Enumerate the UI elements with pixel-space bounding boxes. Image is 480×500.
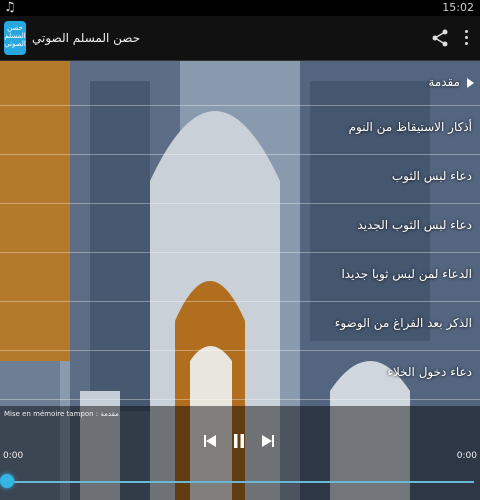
app-title: حصن المسلم الصوتي [32, 31, 141, 45]
list-item-label: الدعاء لمن لبس ثوبا جديدا [341, 267, 472, 281]
list-item-label: دعاء لبس الثوب [391, 169, 472, 183]
list-section-header[interactable]: مقدمة [0, 61, 480, 106]
action-bar: حصن المسلم الصوتي حصن المسلم الصوتي [0, 16, 480, 61]
seek-bar[interactable] [8, 481, 474, 483]
list-item[interactable]: الذكر بعد الفراغ من الوضوء [0, 302, 480, 351]
chapter-list: مقدمة أذكار الاستيقاظ من النوم دعاء لبس … [0, 61, 480, 400]
list-item[interactable]: دعاء لبس الثوب الجديد [0, 204, 480, 253]
elapsed-time: 0:00 [3, 451, 24, 461]
list-item-label: أذكار الاستيقاظ من النوم [348, 120, 472, 134]
playback-controls [0, 432, 480, 452]
list-item[interactable]: دعاء لبس الثوب [0, 155, 480, 204]
section-header-label: مقدمة [428, 75, 460, 89]
overflow-menu-icon[interactable] [462, 28, 470, 48]
music-note-icon: ♫ [4, 0, 16, 15]
pause-icon[interactable] [233, 434, 245, 448]
seek-thumb[interactable] [0, 474, 14, 488]
content-area: مقدمة أذكار الاستيقاظ من النوم دعاء لبس … [0, 61, 480, 500]
media-player: Mise en mémoire tampon : مقدمة 0:00 0:00 [0, 406, 480, 500]
list-item-label: دعاء لبس الثوب الجديد [357, 218, 472, 232]
total-time: 0:00 [456, 451, 477, 461]
expand-arrow-icon [467, 78, 474, 88]
list-item[interactable]: دعاء دخول الخلاء [0, 351, 480, 400]
list-item[interactable]: أذكار الاستيقاظ من النوم [0, 106, 480, 155]
status-time: 15:02 [442, 1, 474, 14]
previous-icon[interactable] [204, 435, 216, 447]
list-item-label: الذكر بعد الفراغ من الوضوء [334, 316, 472, 330]
status-bar: ♫ 15:02 [0, 0, 480, 16]
share-icon[interactable] [430, 28, 450, 48]
next-icon[interactable] [262, 435, 274, 447]
now-playing-text: Mise en mémoire tampon : مقدمة [4, 410, 119, 418]
list-item[interactable]: الدعاء لمن لبس ثوبا جديدا [0, 253, 480, 302]
list-item-label: دعاء دخول الخلاء [387, 365, 472, 379]
app-icon[interactable]: حصن المسلم الصوتي [4, 21, 26, 55]
